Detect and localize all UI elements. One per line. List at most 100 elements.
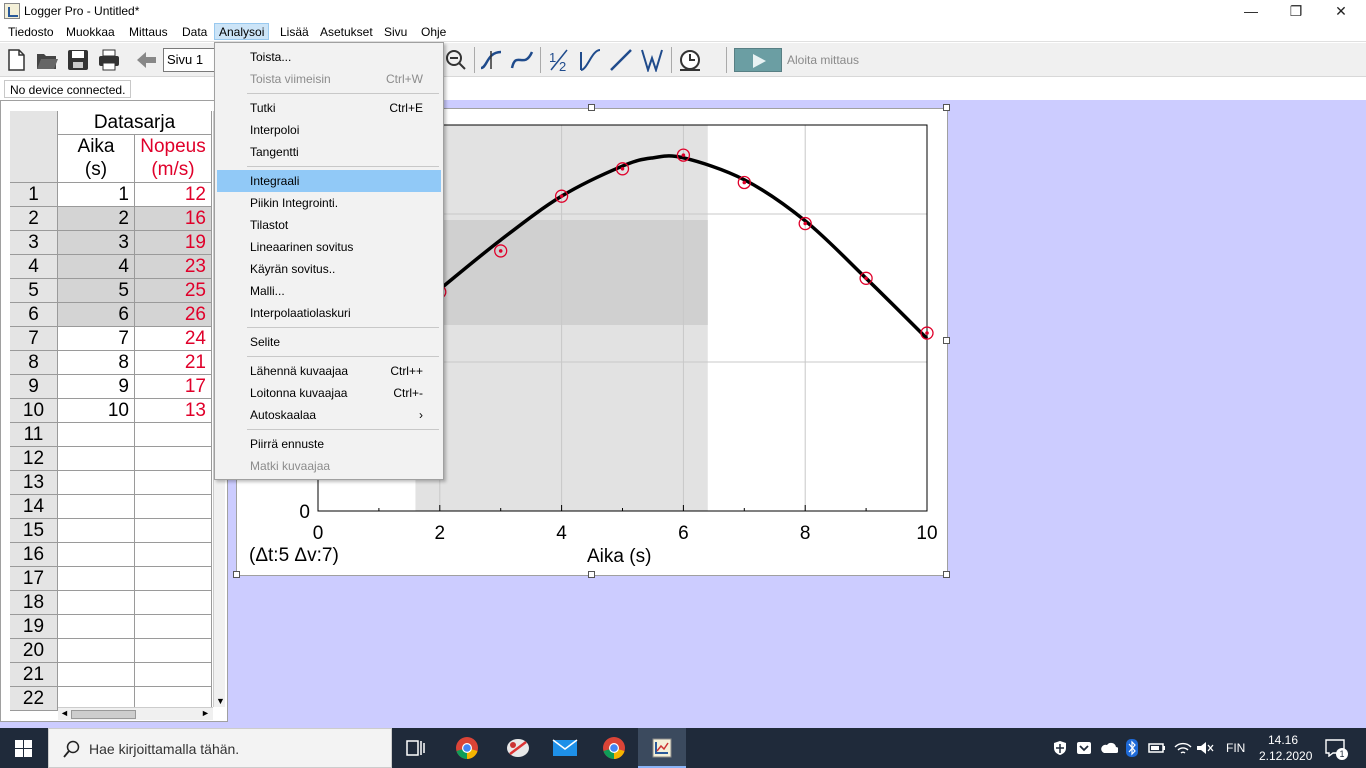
start-collection-button[interactable] [734,48,782,72]
cell-nopeus[interactable] [135,423,212,447]
open-folder-icon[interactable] [35,48,59,72]
horizontal-scroll-thumb[interactable] [71,710,136,719]
new-file-icon[interactable] [4,48,28,72]
tangent-icon[interactable] [510,48,534,72]
menu-item-lähennä-kuvaajaa[interactable]: Lähennä kuvaajaa Ctrl++ [217,360,441,382]
cell-nopeus[interactable]: 26 [135,303,212,327]
horizontal-scrollbar[interactable]: ◄ ► [58,707,213,720]
menu-muokkaa[interactable]: Muokkaa [62,25,119,42]
mail-icon[interactable] [552,737,578,759]
cell-aika[interactable] [58,663,135,687]
row-number[interactable]: 7 [10,327,58,351]
menu-item-interpolaatiolaskuri[interactable]: Interpolaatiolaskuri [217,302,441,324]
row-number[interactable]: 1 [10,183,58,207]
cell-aika[interactable]: 6 [58,303,135,327]
cell-aika[interactable]: 8 [58,351,135,375]
security-shield-icon[interactable] [1052,740,1068,756]
scroll-down-icon[interactable]: ▼ [216,696,225,706]
menu-sivu[interactable]: Sivu [380,25,411,42]
scroll-right-icon[interactable]: ► [201,708,210,718]
integral-icon[interactable]: 12 [547,48,571,72]
zoom-out-icon[interactable] [444,48,468,72]
column-header-aika[interactable]: Aika (s) [58,135,135,183]
row-number[interactable]: 9 [10,375,58,399]
snipping-tool-icon[interactable] [505,736,531,760]
cell-aika[interactable]: 4 [58,255,135,279]
cell-aika[interactable] [58,615,135,639]
cell-nopeus[interactable]: 16 [135,207,212,231]
bluetooth-icon[interactable] [1126,739,1138,757]
resize-handle[interactable] [588,104,595,111]
menu-data[interactable]: Data [178,25,211,42]
cell-nopeus[interactable] [135,567,212,591]
cell-aika[interactable] [58,543,135,567]
cell-nopeus[interactable] [135,663,212,687]
cell-nopeus[interactable]: 13 [135,399,212,423]
chrome-icon[interactable] [455,736,479,760]
cell-nopeus[interactable]: 24 [135,327,212,351]
menu-item-interpoloi[interactable]: Interpoloi [217,119,441,141]
menu-item-toista[interactable]: Toista... [217,46,441,68]
cell-aika[interactable] [58,495,135,519]
row-number[interactable]: 11 [10,423,58,447]
cell-aika[interactable]: 9 [58,375,135,399]
dataset-title[interactable]: Datasarja [58,111,212,135]
chrome-icon-2[interactable] [602,736,626,760]
resize-handle[interactable] [943,104,950,111]
cell-aika[interactable] [58,591,135,615]
cell-nopeus[interactable]: 21 [135,351,212,375]
print-icon[interactable] [97,48,121,72]
column-header-nopeus[interactable]: Nopeus (m/s) [135,135,212,183]
restore-button[interactable]: ❐ [1273,0,1319,22]
cell-aika[interactable] [58,423,135,447]
menu-item-tilastot[interactable]: Tilastot [217,214,441,236]
resize-handle[interactable] [943,571,950,578]
menu-item-piirrä-ennuste[interactable]: Piirrä ennuste [217,433,441,455]
linear-fit-icon[interactable] [609,48,633,72]
row-number[interactable]: 19 [10,615,58,639]
cell-nopeus[interactable] [135,615,212,639]
menu-lisaa[interactable]: Lisää [276,25,313,42]
resize-handle[interactable] [233,571,240,578]
row-number[interactable]: 12 [10,447,58,471]
resize-handle[interactable] [588,571,595,578]
vpn-icon[interactable] [1076,740,1092,756]
clock-date[interactable]: 2.12.2020 [1259,749,1312,763]
cell-nopeus[interactable]: 19 [135,231,212,255]
stats-icon[interactable] [578,48,602,72]
row-number[interactable]: 8 [10,351,58,375]
menu-item-piikin-integrointi[interactable]: Piikin Integrointi. [217,192,441,214]
row-number[interactable]: 4 [10,255,58,279]
cell-nopeus[interactable]: 25 [135,279,212,303]
battery-icon[interactable] [1148,741,1166,755]
row-number[interactable]: 5 [10,279,58,303]
row-number[interactable]: 20 [10,639,58,663]
row-number[interactable]: 2 [10,207,58,231]
cell-aika[interactable]: 1 [58,183,135,207]
cell-nopeus[interactable]: 23 [135,255,212,279]
clock-icon[interactable] [678,48,702,72]
cell-nopeus[interactable] [135,447,212,471]
row-number[interactable]: 3 [10,231,58,255]
menu-item-tangentti[interactable]: Tangentti [217,141,441,163]
cell-nopeus[interactable] [135,591,212,615]
save-icon[interactable] [66,48,90,72]
task-view-icon[interactable] [406,739,426,757]
input-language[interactable]: FIN [1226,741,1245,755]
row-number[interactable]: 18 [10,591,58,615]
row-number[interactable]: 10 [10,399,58,423]
cell-nopeus[interactable] [135,639,212,663]
menu-item-lineaarinen-sovitus[interactable]: Lineaarinen sovitus [217,236,441,258]
menu-item-loitonna-kuvaajaa[interactable]: Loitonna kuvaajaa Ctrl+- [217,382,441,404]
cell-nopeus[interactable]: 12 [135,183,212,207]
close-button[interactable]: ✕ [1318,0,1364,22]
menu-item-selite[interactable]: Selite [217,331,441,353]
menu-item-malli[interactable]: Malli... [217,280,441,302]
row-number[interactable]: 16 [10,543,58,567]
menu-mittaus[interactable]: Mittaus [125,25,172,42]
menu-analysoi[interactable]: Analysoi [214,23,270,40]
taskbar-logger-pro[interactable] [638,728,686,768]
taskbar-search-box[interactable]: Hae kirjoittamalla tähän. [48,728,392,768]
cell-aika[interactable] [58,639,135,663]
wifi-icon[interactable] [1174,740,1192,756]
